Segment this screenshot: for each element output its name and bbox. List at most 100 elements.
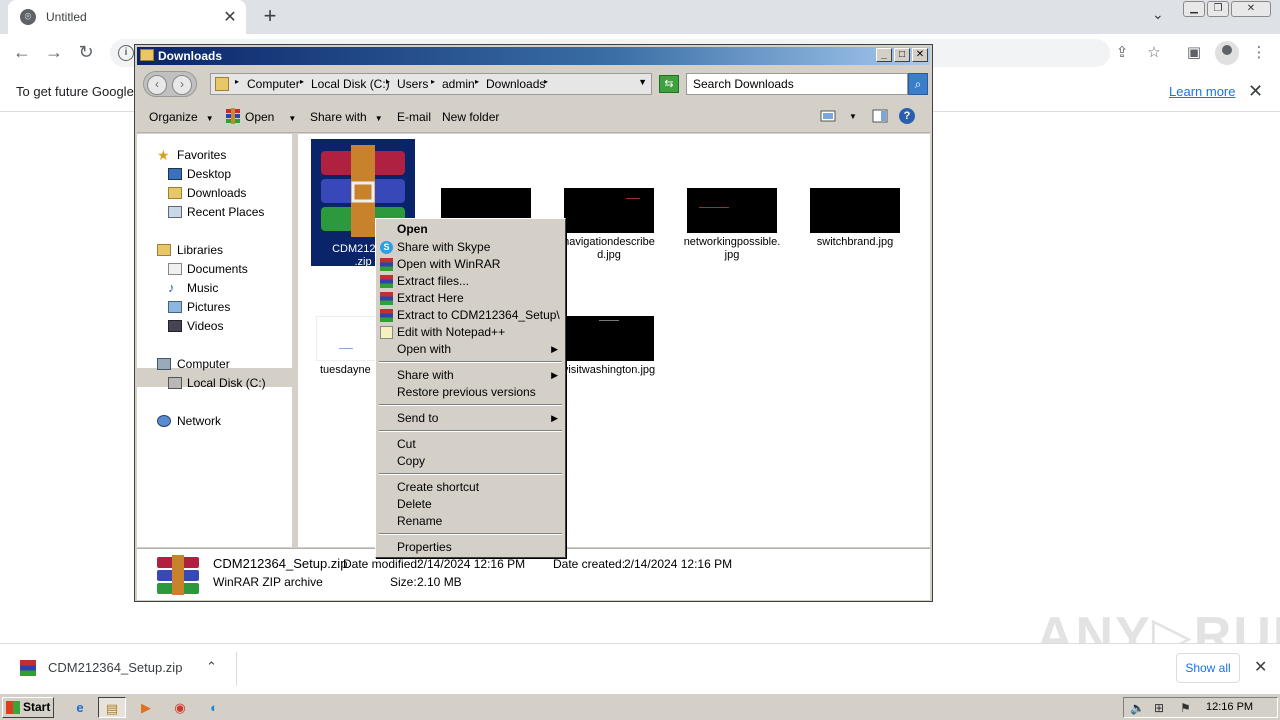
file-item[interactable]: networkingpossible. jpg xyxy=(680,188,784,262)
download-item-name[interactable]: CDM212364_Setup.zip xyxy=(48,660,182,675)
email-button[interactable]: E-mail xyxy=(397,110,431,124)
computer-icon xyxy=(157,358,171,370)
profile-avatar[interactable] xyxy=(1215,41,1239,65)
menu-item-extract-files[interactable]: Extract files... xyxy=(376,273,565,290)
nav-music[interactable]: Music xyxy=(187,281,218,295)
close-window-button[interactable]: ✕ xyxy=(1231,1,1271,17)
nav-local-disk[interactable]: Local Disk (C:) xyxy=(187,376,266,390)
start-button[interactable]: Start xyxy=(2,697,54,718)
file-item[interactable]: visitwashington.jpg xyxy=(557,316,661,377)
menu-item-cut[interactable]: Cut xyxy=(376,436,565,453)
menu-item-extract-here[interactable]: Extract Here xyxy=(376,290,565,307)
nav-computer[interactable]: Computer xyxy=(177,357,230,371)
back-button[interactable]: ← xyxy=(10,41,34,65)
preview-pane-icon[interactable] xyxy=(872,108,888,124)
chevron-up-icon[interactable]: ⌃ xyxy=(206,659,217,675)
menu-item-share-with[interactable]: Share with ▶ xyxy=(376,367,565,384)
menu-item-extract-to[interactable]: Extract to CDM212364_Setup\ xyxy=(376,307,565,324)
edge-icon[interactable]: ◐ xyxy=(200,697,228,718)
tab-search-icon[interactable]: ⌄ xyxy=(1152,6,1164,23)
menu-item-open[interactable]: Open xyxy=(376,221,565,238)
menu-item-create-shortcut[interactable]: Create shortcut xyxy=(376,479,565,496)
show-all-button[interactable]: Show all xyxy=(1176,653,1240,683)
crumb-arrow-icon[interactable]: ▸ xyxy=(431,77,435,86)
new-tab-button[interactable]: + xyxy=(258,5,282,29)
menu-item-open-winrar[interactable]: Open with WinRAR xyxy=(376,256,565,273)
nav-network[interactable]: Network xyxy=(177,414,221,428)
breadcrumb-local-disk[interactable]: Local Disk (C:) xyxy=(311,77,390,91)
minimize-button[interactable]: ▁ xyxy=(1183,1,1205,17)
reload-button[interactable]: ↻ xyxy=(74,41,98,65)
side-panel-icon[interactable]: ▣ xyxy=(1184,43,1204,63)
menu-item-rename[interactable]: Rename xyxy=(376,513,565,530)
share-with-button[interactable]: Share with ▼ xyxy=(310,110,383,124)
explorer-title-bar[interactable]: Downloads _ □ ✕ xyxy=(137,47,930,65)
crumb-arrow-icon[interactable]: ▸ xyxy=(235,77,239,86)
download-bar-close-icon[interactable]: ✕ xyxy=(1254,657,1267,677)
nav-videos[interactable]: Videos xyxy=(187,319,223,333)
bookmark-star-icon[interactable]: ☆ xyxy=(1144,43,1164,63)
restore-button[interactable]: ❐ xyxy=(1207,1,1229,17)
breadcrumb-computer[interactable]: Computer xyxy=(247,77,300,91)
nav-libraries[interactable]: Libraries xyxy=(177,243,223,257)
address-dropdown-icon[interactable]: ▼ xyxy=(638,77,647,87)
nav-desktop[interactable]: Desktop xyxy=(187,167,231,181)
breadcrumb-admin[interactable]: admin xyxy=(442,77,475,91)
clock[interactable]: 12:16 PM xyxy=(1206,701,1253,713)
menu-item-delete[interactable]: Delete xyxy=(376,496,565,513)
internet-explorer-icon[interactable]: e xyxy=(66,697,94,718)
nav-favorites[interactable]: Favorites xyxy=(177,148,226,162)
explorer-address-bar[interactable]: ▸ Computer ▸ Local Disk (C:) ▸ Users ▸ a… xyxy=(210,73,652,95)
search-input[interactable]: Search Downloads xyxy=(686,73,908,95)
crumb-arrow-icon[interactable]: ▸ xyxy=(300,77,304,86)
tab-close-icon[interactable]: ✕ xyxy=(220,7,240,27)
nav-pictures[interactable]: Pictures xyxy=(187,300,230,314)
explorer-minimize-button[interactable]: _ xyxy=(876,48,892,62)
menu-item-copy[interactable]: Copy xyxy=(376,453,565,470)
views-dropdown-icon[interactable]: ▼ xyxy=(849,112,857,121)
nav-downloads[interactable]: Downloads xyxy=(187,186,246,200)
action-center-flag-icon[interactable]: ⚑ xyxy=(1180,701,1191,715)
open-button[interactable]: Open ▼ xyxy=(245,110,296,124)
menu-item-send-to[interactable]: Send to ▶ xyxy=(376,410,565,427)
winrar-icon xyxy=(380,292,393,305)
menu-item-share-skype[interactable]: S Share with Skype xyxy=(376,239,565,256)
chrome-menu-icon[interactable]: ⋮ xyxy=(1249,43,1269,63)
file-item[interactable]: switchbrand.jpg xyxy=(803,188,907,249)
forward-button[interactable]: → xyxy=(42,41,66,65)
crumb-arrow-icon[interactable]: ▸ xyxy=(475,77,479,86)
share-icon[interactable]: ⇪ xyxy=(1112,43,1132,63)
search-icon[interactable]: ⌕ xyxy=(908,73,928,95)
new-folder-button[interactable]: New folder xyxy=(442,110,499,124)
context-menu: Open S Share with Skype Open with WinRAR… xyxy=(375,218,566,558)
refresh-icon[interactable]: ⇆ xyxy=(659,75,679,93)
explorer-forward-button[interactable]: › xyxy=(172,75,192,95)
menu-item-open-with[interactable]: Open with ▶ xyxy=(376,341,565,358)
crumb-arrow-icon[interactable]: ▸ xyxy=(386,77,390,86)
media-player-icon[interactable]: ▶ xyxy=(132,697,160,718)
crumb-arrow-icon[interactable]: ▸ xyxy=(544,77,548,86)
submenu-arrow-icon: ▶ xyxy=(551,413,558,423)
site-info-icon[interactable]: i xyxy=(118,45,134,61)
menu-item-restore-versions[interactable]: Restore previous versions xyxy=(376,384,565,401)
explorer-close-button[interactable]: ✕ xyxy=(912,48,928,62)
breadcrumb-users[interactable]: Users xyxy=(397,77,428,91)
chrome-icon[interactable]: ◉ xyxy=(166,697,194,718)
info-bar-close-icon[interactable]: ✕ xyxy=(1248,81,1263,102)
network-tray-icon[interactable]: ⊞ xyxy=(1154,701,1164,715)
learn-more-link[interactable]: Learn more xyxy=(1169,84,1235,99)
help-icon[interactable]: ? xyxy=(899,108,915,124)
volume-icon[interactable]: 🔈 xyxy=(1130,701,1145,715)
menu-item-edit-notepad[interactable]: Edit with Notepad++ xyxy=(376,324,565,341)
views-icon[interactable] xyxy=(820,108,836,124)
nav-documents[interactable]: Documents xyxy=(187,262,248,276)
nav-recent-places[interactable]: Recent Places xyxy=(187,205,264,219)
browser-tab[interactable]: ⌾ Untitled ✕ xyxy=(8,0,246,34)
explorer-maximize-button[interactable]: □ xyxy=(894,48,910,62)
breadcrumb-downloads[interactable]: Downloads xyxy=(486,77,545,91)
file-item[interactable]: navigationdescribe d.jpg xyxy=(557,188,661,262)
windows-explorer-icon[interactable]: ▤ xyxy=(98,697,126,718)
menu-item-properties[interactable]: Properties xyxy=(376,539,565,556)
explorer-back-button[interactable]: ‹ xyxy=(147,75,167,95)
organize-button[interactable]: Organize ▼ xyxy=(149,110,214,124)
